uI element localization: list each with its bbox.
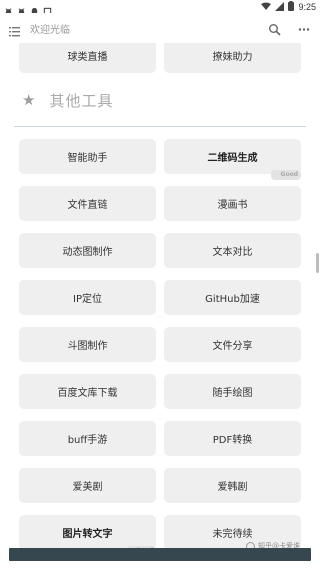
tool-button-label: buff手游: [67, 435, 108, 446]
tool-button-label: PDF转换: [212, 435, 253, 446]
tool-button-label: 文件直链: [67, 200, 108, 211]
section-title: 其他工具: [49, 92, 114, 110]
tool-button-label: 百度文库下载: [57, 388, 118, 399]
tool-button-label: 斗图制作: [67, 341, 108, 352]
tool-button-label: 文本对比: [212, 247, 253, 258]
tool-button[interactable]: 文件直链: [19, 186, 156, 221]
tool-button[interactable]: 动态图制作: [19, 233, 156, 268]
tool-button-label: 智能助手: [67, 153, 108, 164]
status-time: 9:25: [298, 2, 316, 12]
tool-button[interactable]: 文本对比: [164, 233, 301, 268]
tool-button-label: 二维码生成: [207, 153, 258, 164]
search-icon[interactable]: [268, 21, 281, 36]
status-bar: 9:25: [0, 0, 320, 16]
tool-button[interactable]: 球类直播: [19, 43, 156, 73]
tool-button-label: 撩妹助力: [212, 52, 253, 63]
tool-button[interactable]: IP定位: [19, 280, 156, 315]
tool-button-label: 动态图制作: [62, 247, 113, 258]
tool-button-label: IP定位: [73, 294, 102, 305]
tool-button-label: 球类直播: [67, 52, 108, 63]
tool-button-label: 爱美剧: [72, 482, 103, 493]
tool-button[interactable]: 撩妹助力: [164, 43, 301, 73]
star-icon: ★: [22, 91, 36, 109]
tool-button[interactable]: 图片转文字Good: [19, 515, 156, 548]
tool-button[interactable]: 文件分享: [164, 327, 301, 362]
tool-button[interactable]: 百度文库下载: [19, 374, 156, 409]
tool-button[interactable]: 随手绘图: [164, 374, 301, 409]
badge-tag: Good: [271, 170, 301, 180]
tool-button[interactable]: GitHub加速: [164, 280, 301, 315]
app-title: 欢迎光临: [30, 25, 70, 36]
tool-button[interactable]: 斗图制作: [19, 327, 156, 362]
tool-button[interactable]: 爱韩剧: [164, 468, 301, 503]
menu-icon[interactable]: [9, 22, 20, 37]
app-bar: 欢迎光临: [0, 13, 320, 43]
tool-button[interactable]: 二维码生成 Good: [164, 139, 301, 180]
status-right: 9:25: [261, 1, 316, 13]
tool-button[interactable]: 智能助手: [19, 139, 156, 174]
section-header: ★ 其他工具: [22, 90, 113, 111]
tool-button-label: 文件分享: [212, 341, 253, 352]
tool-button[interactable]: 爱美剧: [19, 468, 156, 503]
scrollbar-thumb[interactable]: [316, 253, 319, 273]
tool-button-label: 漫画书: [217, 200, 248, 211]
tool-button-label: 图片转文字: [62, 529, 113, 540]
wifi-icon: [261, 2, 272, 13]
section-divider: [14, 126, 306, 127]
tool-button-label: GitHub加速: [205, 294, 260, 305]
tool-button[interactable]: PDF转换: [164, 421, 301, 456]
tool-button-label: 随手绘图: [212, 388, 253, 399]
tool-button[interactable]: 漫画书: [164, 186, 301, 221]
tool-button-label: 未完待续: [212, 529, 253, 540]
battery-icon: [288, 1, 295, 13]
signal-icon: [275, 1, 285, 13]
tool-button-label: 爱韩剧: [217, 482, 248, 493]
tool-button[interactable]: buff手游: [19, 421, 156, 456]
navigation-bar: [9, 548, 311, 561]
tools-content[interactable]: 球类直播 撩妹助力 ★ 其他工具 智能助手 二维码生成 Good 文件直链 漫画书动态图…: [0, 43, 320, 548]
more-options-icon[interactable]: [298, 21, 310, 34]
